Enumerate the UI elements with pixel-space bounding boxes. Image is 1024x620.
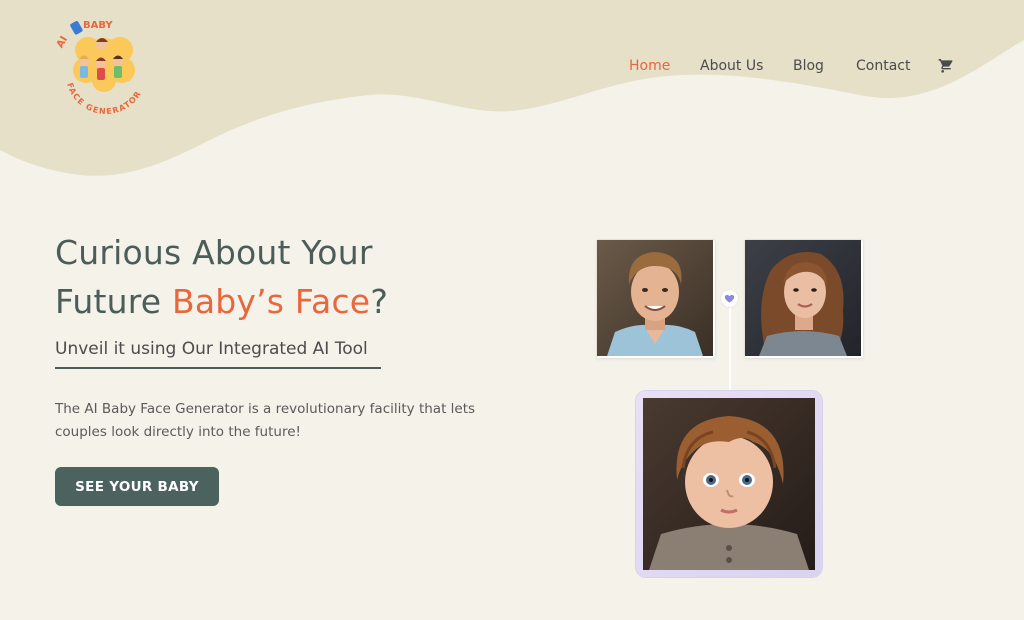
nav-about-us[interactable]: About Us [700,56,763,76]
connector-line [729,299,731,391]
logo-baby-text: BABY [83,20,113,31]
hero-title: Curious About Your Future Baby’s Face? [55,228,495,326]
baby-portrait-image [643,398,815,570]
subtitle-underline [55,367,381,369]
hero-title-line2: Future [55,282,172,321]
main-nav: Home About Us Blog Contact [0,56,1024,76]
hero-subtitle: Unveil it using Our Integrated AI Tool [55,339,368,359]
heart-icon [724,294,735,303]
logo-ai-text: AI [55,35,70,50]
see-your-baby-button[interactable]: SEE YOUR BABY [55,467,219,506]
nav-contact[interactable]: Contact [856,56,910,76]
hero-title-accent: Baby’s Face [171,282,371,321]
heart-connector [721,290,738,307]
cart-icon[interactable] [938,58,954,74]
nav-blog[interactable]: Blog [793,56,824,76]
baby-photo [636,391,822,577]
hero-title-line1: Curious About Your [55,233,373,272]
man-portrait-image [597,240,713,356]
mother-photo [744,239,864,359]
woman-portrait-image [745,240,861,356]
father-photo [596,239,716,359]
hero-title-question-mark: ? [370,282,389,321]
nav-home[interactable]: Home [629,56,670,76]
hero-description: The AI Baby Face Generator is a revoluti… [55,401,476,440]
